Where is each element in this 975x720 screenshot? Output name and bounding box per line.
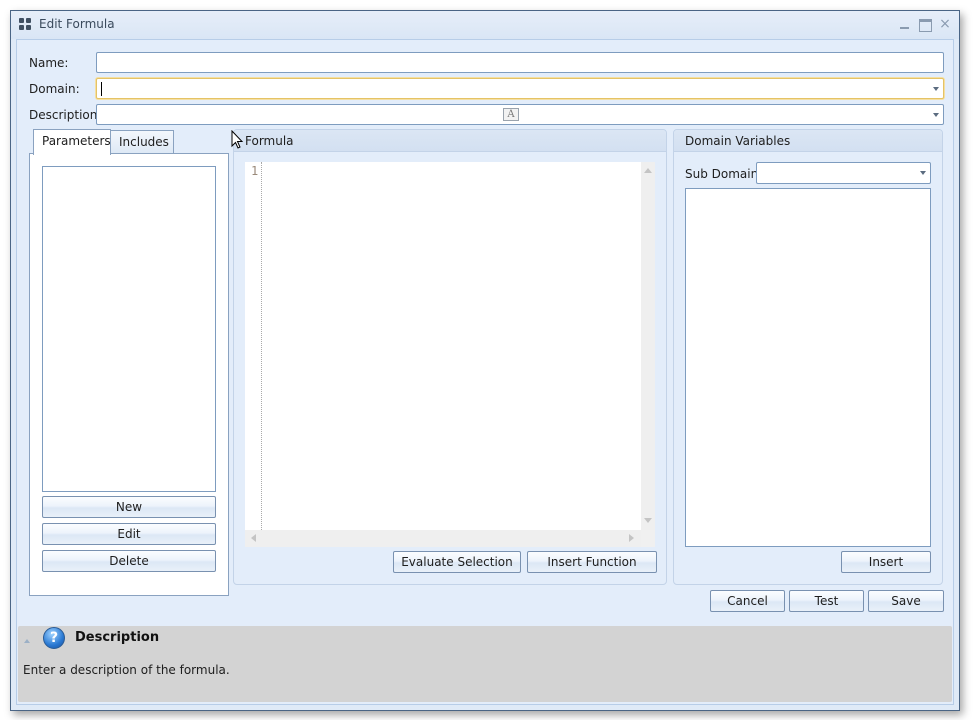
dialog-client-area: Name: Domain: Description: A Parameters … (16, 39, 954, 705)
tab-includes[interactable]: Includes (110, 130, 174, 154)
collapse-icon[interactable] (24, 639, 30, 643)
formula-editor[interactable]: 1 (245, 162, 655, 547)
scroll-up-icon[interactable] (644, 168, 652, 173)
test-button[interactable]: Test (789, 590, 864, 612)
edit-parameter-button[interactable]: Edit (42, 523, 216, 545)
cancel-button[interactable]: Cancel (710, 590, 785, 612)
scroll-right-icon[interactable] (629, 534, 634, 542)
save-button[interactable]: Save (868, 590, 944, 612)
vertical-scrollbar[interactable] (641, 162, 655, 530)
name-label: Name: (29, 56, 69, 70)
chevron-down-icon[interactable] (920, 171, 926, 175)
mouse-cursor-icon (231, 130, 244, 149)
parameters-tab-panel: New Edit Delete (29, 153, 229, 596)
description-pane-title: Description (75, 630, 160, 645)
maximize-icon[interactable] (917, 16, 933, 32)
chevron-down-icon[interactable] (933, 87, 939, 91)
window-title: Edit Formula (39, 17, 115, 31)
domain-variables-group: Domain Variables Sub Domain: Insert (673, 129, 943, 585)
close-icon[interactable]: × (937, 16, 953, 32)
scroll-down-icon[interactable] (644, 518, 652, 523)
new-parameter-button[interactable]: New (42, 496, 216, 518)
help-icon: ? (43, 627, 65, 649)
tab-parameters[interactable]: Parameters (33, 129, 111, 155)
description-pane: ? Description Enter a description of the… (18, 626, 952, 702)
formula-group: Formula 1 Evaluate Selection Insert Func… (233, 129, 667, 585)
description-combobox[interactable]: A (96, 104, 944, 125)
line-number: 1 (251, 164, 259, 178)
scroll-left-icon[interactable] (251, 534, 256, 542)
text-format-icon: A (503, 108, 519, 121)
name-input[interactable] (96, 52, 944, 73)
app-icon (19, 18, 32, 31)
evaluate-selection-button[interactable]: Evaluate Selection (393, 551, 521, 573)
chevron-down-icon[interactable] (933, 113, 939, 117)
sub-domain-combobox[interactable] (756, 162, 931, 184)
minimize-icon[interactable] (897, 16, 913, 32)
insert-variable-button[interactable]: Insert (841, 551, 931, 573)
text-caret (101, 82, 102, 96)
edit-formula-window: Edit Formula × Name: Domain: Description… (10, 10, 960, 711)
domain-variables-header: Domain Variables (674, 130, 942, 152)
insert-function-button[interactable]: Insert Function (527, 551, 657, 573)
domain-label: Domain: (29, 82, 80, 96)
description-pane-text: Enter a description of the formula. (23, 663, 230, 677)
delete-parameter-button[interactable]: Delete (42, 550, 216, 572)
parameters-list[interactable] (42, 166, 216, 492)
gutter-separator (261, 162, 262, 530)
formula-text-area[interactable]: 1 (245, 162, 641, 530)
title-bar[interactable]: Edit Formula × (11, 11, 959, 39)
formula-header: Formula (234, 130, 666, 152)
description-label: Description: (29, 108, 102, 122)
domain-variables-list[interactable] (685, 188, 931, 547)
domain-combobox[interactable] (96, 78, 944, 99)
sub-domain-label: Sub Domain: (685, 167, 763, 181)
horizontal-scrollbar[interactable] (245, 530, 641, 547)
